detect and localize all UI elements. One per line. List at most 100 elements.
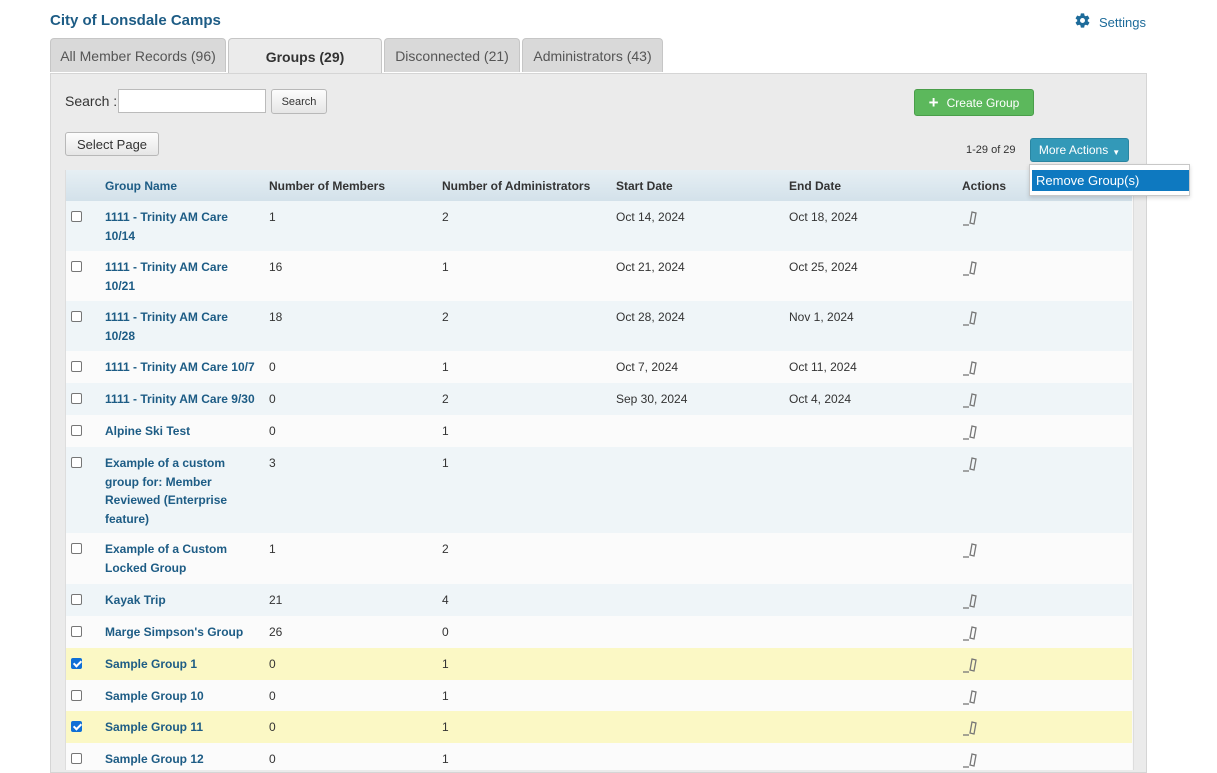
group-name-link[interactable]: Sample Group 10 (105, 687, 260, 706)
end-date: Oct 11, 2024 (789, 360, 857, 374)
row-checkbox[interactable] (71, 393, 82, 404)
group-name-link[interactable]: 1111 - Trinity AM Care 9/30 (105, 390, 260, 409)
row-checkbox[interactable] (71, 211, 82, 222)
admins-count: 1 (442, 657, 449, 671)
members-count: 21 (269, 593, 283, 607)
edit-icon[interactable] (962, 541, 980, 559)
table-row: Example of a Custom Locked Group 1 2 (66, 533, 1132, 584)
edit-icon[interactable] (962, 656, 980, 674)
table-row: 1111 - Trinity AM Care 10/28 18 2 Oct 28, 2… (66, 301, 1132, 351)
gear-icon (1074, 12, 1091, 32)
edit-icon[interactable] (962, 423, 980, 441)
members-count: 0 (269, 392, 276, 406)
group-name-link[interactable]: Kayak Trip (105, 591, 260, 610)
members-count: 26 (269, 625, 283, 639)
row-checkbox[interactable] (71, 457, 82, 468)
table-row: Alpine Ski Test 0 1 (66, 415, 1132, 447)
column-end-date: End Date (789, 179, 842, 193)
tab-groups[interactable]: Groups (29) (228, 38, 382, 75)
admins-count: 2 (442, 542, 449, 556)
group-name-link[interactable]: Sample Group 12 (105, 750, 260, 769)
create-group-label: Create Group (946, 95, 1020, 110)
search-input[interactable] (118, 89, 266, 113)
members-count: 1 (269, 210, 276, 224)
more-actions-button[interactable]: More Actions ▼ (1030, 138, 1129, 162)
edit-icon[interactable] (962, 592, 980, 610)
edit-icon[interactable] (962, 359, 980, 377)
row-checkbox[interactable] (71, 361, 82, 372)
group-name-link[interactable]: Alpine Ski Test (105, 422, 260, 441)
admins-count: 0 (442, 625, 449, 639)
members-count: 0 (269, 424, 276, 438)
group-name-link[interactable]: Example of a custom group for: Member Re… (105, 454, 260, 529)
members-count: 16 (269, 260, 283, 274)
search-button[interactable]: Search (271, 89, 327, 114)
menu-item-remove-groups[interactable]: Remove Group(s) (1032, 170, 1189, 191)
edit-icon[interactable] (962, 309, 980, 327)
start-date: Oct 14, 2024 (616, 210, 685, 224)
row-checkbox[interactable] (71, 658, 82, 669)
admins-count: 1 (442, 720, 449, 734)
admins-count: 1 (442, 752, 449, 766)
end-date: Oct 4, 2024 (789, 392, 852, 406)
more-actions-label: More Actions (1038, 143, 1109, 157)
group-name-link[interactable]: 1111 - Trinity AM Care 10/7 (105, 358, 260, 377)
row-checkbox[interactable] (71, 425, 82, 436)
groups-table: Group Name Number of Members Number of A… (65, 170, 1134, 770)
row-checkbox[interactable] (71, 543, 82, 554)
create-group-button[interactable]: + Create Group (914, 89, 1034, 116)
edit-icon[interactable] (962, 391, 980, 409)
table-row: 1111 - Trinity AM Care 10/21 16 1 Oct 21, 2… (66, 251, 1132, 301)
group-name-link[interactable]: 1111 - Trinity AM Care 10/28 (105, 308, 260, 345)
tab-administrators[interactable]: Administrators (43) (522, 38, 663, 72)
end-date: Nov 1, 2024 (789, 310, 854, 324)
table-row: Kayak Trip 21 4 (66, 584, 1132, 616)
table-row: Sample Group 1 0 1 (66, 648, 1132, 680)
column-group-name[interactable]: Group Name (105, 179, 177, 193)
row-checkbox[interactable] (71, 626, 82, 637)
group-name-link[interactable]: 1111 - Trinity AM Care 10/21 (105, 258, 260, 295)
admins-count: 1 (442, 360, 449, 374)
tab-all-member-records[interactable]: All Member Records (96) (50, 38, 226, 72)
row-checkbox[interactable] (71, 690, 82, 701)
row-checkbox[interactable] (71, 721, 82, 732)
members-count: 0 (269, 752, 276, 766)
group-name-link[interactable]: Sample Group 11 (105, 718, 260, 737)
table-row: Sample Group 11 0 1 (66, 711, 1132, 743)
edit-icon[interactable] (962, 259, 980, 277)
settings-link[interactable]: Settings (1074, 12, 1146, 32)
group-name-link[interactable]: 1111 - Trinity AM Care 10/14 (105, 208, 260, 245)
admins-count: 1 (442, 260, 449, 274)
group-name-link[interactable]: Sample Group 1 (105, 655, 260, 674)
end-date: Oct 18, 2024 (789, 210, 858, 224)
edit-icon[interactable] (962, 719, 980, 737)
page-title: City of Lonsdale Camps (50, 12, 221, 29)
admins-count: 1 (442, 689, 449, 703)
start-date: Oct 21, 2024 (616, 260, 685, 274)
search-label: Search : (65, 93, 118, 109)
column-start-date: Start Date (616, 179, 673, 193)
edit-icon[interactable] (962, 751, 980, 769)
row-checkbox[interactable] (71, 311, 82, 322)
admins-count: 2 (442, 392, 449, 406)
edit-icon[interactable] (962, 209, 980, 227)
row-checkbox[interactable] (71, 594, 82, 605)
admins-count: 1 (442, 456, 449, 470)
edit-icon[interactable] (962, 688, 980, 706)
table-row: Marge Simpson's Group 26 0 (66, 616, 1132, 648)
select-page-button[interactable]: Select Page (65, 132, 159, 156)
caret-down-icon: ▼ (1112, 147, 1121, 157)
admins-count: 2 (442, 310, 449, 324)
row-checkbox[interactable] (71, 261, 82, 272)
column-actions: Actions (962, 179, 1007, 193)
tab-disconnected[interactable]: Disconnected (21) (384, 38, 520, 72)
group-name-link[interactable]: Marge Simpson's Group (105, 623, 260, 642)
edit-icon[interactable] (962, 624, 980, 642)
table-row: Sample Group 10 0 1 (66, 680, 1132, 711)
settings-label: Settings (1099, 14, 1146, 30)
edit-icon[interactable] (962, 455, 980, 473)
row-checkbox[interactable] (71, 753, 82, 764)
group-name-link[interactable]: Example of a Custom Locked Group (105, 540, 260, 577)
members-count: 18 (269, 310, 283, 324)
start-date: Sep 30, 2024 (616, 392, 688, 406)
